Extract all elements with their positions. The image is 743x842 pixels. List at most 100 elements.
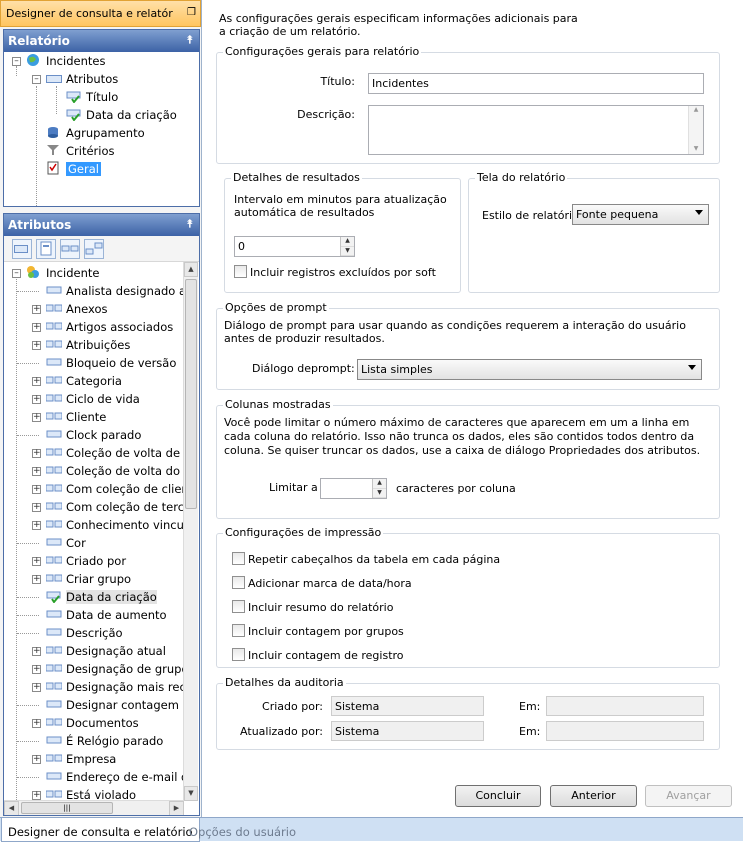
- attribute-list-item[interactable]: Bloqueio de versão: [46, 354, 176, 372]
- tree-item-agrupamento[interactable]: Agrupamento: [46, 124, 145, 142]
- attribute-list-item[interactable]: Conhecimento vincul: [45, 516, 187, 534]
- expand-icon[interactable]: +: [32, 467, 41, 476]
- limit-input[interactable]: ▲ ▼: [320, 478, 387, 499]
- toolbar-link-button[interactable]: [60, 239, 80, 259]
- expand-icon[interactable]: +: [32, 395, 41, 404]
- attribute-list-item[interactable]: Com coleção de terce: [45, 498, 191, 516]
- print-settings-group: Configurações de impressão Repetir cabeç…: [216, 526, 720, 668]
- attribute-list-item[interactable]: Endereço de e-mail d: [46, 768, 188, 786]
- expand-icon[interactable]: +: [32, 449, 41, 458]
- expand-icon[interactable]: +: [32, 305, 41, 314]
- attribute-list-item[interactable]: Designação mais rece: [45, 678, 193, 696]
- tab-user-options[interactable]: Opções do usuário: [183, 818, 302, 842]
- vertical-scrollbar[interactable]: ▲ ▼: [183, 262, 198, 801]
- report-style-select[interactable]: Fonte pequena: [572, 204, 709, 225]
- attribute-list-item[interactable]: Cor: [46, 534, 86, 552]
- attribute-check-icon: [46, 589, 62, 604]
- attribute-list-item[interactable]: Categoria: [45, 372, 122, 390]
- scroll-down-icon[interactable]: ▼: [184, 786, 198, 801]
- expand-icon[interactable]: +: [32, 557, 41, 566]
- attribute-list-item[interactable]: Anexos: [45, 300, 108, 318]
- description-input[interactable]: ▲ ▼: [368, 105, 704, 155]
- tree-item-titulo[interactable]: Título: [66, 88, 118, 106]
- attribute-list-item[interactable]: Analista designado at: [46, 282, 191, 300]
- tree-item-geral[interactable]: Geral: [46, 160, 101, 178]
- attribute-list-item[interactable]: Criado por: [45, 552, 126, 570]
- attribute-check-icon: [66, 89, 82, 104]
- horizontal-scrollbar[interactable]: ◀ ||| ▶: [4, 800, 184, 815]
- attribute-list-item[interactable]: Com coleção de clien: [45, 480, 189, 498]
- attribute-icon: [46, 535, 62, 547]
- group-count-checkbox[interactable]: [232, 624, 245, 637]
- attribute-check-icon: [66, 107, 82, 122]
- scroll-up-icon[interactable]: ▲: [184, 262, 198, 277]
- include-deleted-checkbox[interactable]: [234, 265, 247, 278]
- interval-spinner[interactable]: ▲ ▼: [340, 237, 354, 256]
- expand-icon[interactable]: +: [32, 323, 41, 332]
- tree-item-incidente[interactable]: Incidente: [26, 264, 99, 282]
- finish-button[interactable]: Concluir: [455, 785, 541, 807]
- scroll-thumb[interactable]: [185, 279, 197, 509]
- attribute-list-item[interactable]: Data da criação: [46, 588, 157, 606]
- tree-item-criterios[interactable]: Critérios: [46, 142, 115, 160]
- document-tab[interactable]: Designer de consulta e relatór ❒: [0, 0, 201, 27]
- pin-icon[interactable]: ❒: [187, 7, 196, 18]
- attribute-list-item[interactable]: Cliente: [45, 408, 106, 426]
- repeat-headers-checkbox[interactable]: [232, 552, 245, 565]
- attribute-list-item[interactable]: Ciclo de vida: [45, 390, 140, 408]
- attribute-list-item[interactable]: Data de aumento: [46, 606, 167, 624]
- attribute-list-item[interactable]: Designação atual: [45, 642, 166, 660]
- record-count-checkbox[interactable]: [232, 648, 245, 661]
- attribute-list-item[interactable]: Descrição: [46, 624, 123, 642]
- toolbar-doc-button[interactable]: [36, 239, 56, 259]
- attribute-list-item[interactable]: Artigos associados: [45, 318, 173, 336]
- timestamp-checkbox[interactable]: [232, 576, 245, 589]
- scroll-left-icon[interactable]: ◀: [4, 801, 19, 815]
- expand-icon[interactable]: +: [32, 503, 41, 512]
- expand-icon[interactable]: +: [32, 683, 41, 692]
- toolbar-tree-button[interactable]: [84, 239, 104, 259]
- expand-icon[interactable]: +: [32, 647, 41, 656]
- link-attribute-icon: [45, 445, 63, 457]
- scroll-right-icon[interactable]: ▶: [169, 801, 184, 815]
- expand-icon[interactable]: +: [32, 575, 41, 584]
- expand-icon[interactable]: +: [32, 521, 41, 530]
- attribute-list-item[interactable]: Criar grupo: [45, 570, 131, 588]
- expand-icon[interactable]: +: [32, 791, 41, 800]
- description-scrollbar[interactable]: ▲ ▼: [688, 106, 703, 154]
- collapse-icon[interactable]: ⯭: [186, 217, 193, 231]
- expand-icon[interactable]: +: [32, 719, 41, 728]
- title-input[interactable]: Incidentes: [368, 73, 704, 94]
- expand-icon[interactable]: +: [32, 413, 41, 422]
- attribute-list-item[interactable]: É Relógio parado: [46, 732, 163, 750]
- attribute-list-item[interactable]: Coleção de volta de te: [45, 444, 195, 462]
- back-button[interactable]: Anterior: [550, 785, 637, 807]
- tree-item-data-da-criacao[interactable]: Data da criação: [66, 106, 177, 124]
- interval-input[interactable]: 0 ▲ ▼: [234, 236, 355, 257]
- attribute-list-item[interactable]: Documentos: [45, 714, 139, 732]
- attribute-list-item[interactable]: Coleção de volta do c: [45, 462, 190, 480]
- expand-icon[interactable]: +: [32, 485, 41, 494]
- tree-item-atributos[interactable]: Atributos: [46, 70, 118, 88]
- expand-icon[interactable]: +: [32, 755, 41, 764]
- collapse-icon[interactable]: ⯭: [186, 33, 193, 47]
- attribute-list-item[interactable]: Designar contagem: [46, 696, 179, 714]
- tree-item-incidentes[interactable]: Incidentes: [26, 52, 105, 70]
- attribute-icon: [46, 75, 62, 83]
- tab-designer[interactable]: Designer de consulta e relatório: [1, 818, 200, 842]
- expand-icon[interactable]: +: [32, 665, 41, 674]
- attribute-list-item[interactable]: Atribuições: [45, 336, 130, 354]
- hscroll-thumb[interactable]: |||: [21, 802, 113, 814]
- toolbar-attr-button[interactable]: [12, 239, 32, 259]
- prompt-dialog-select[interactable]: Lista simples: [357, 359, 702, 380]
- prompt-options-group: Opções de prompt Diálogo de prompt para …: [216, 301, 720, 390]
- limit-spinner[interactable]: ▲ ▼: [372, 479, 386, 498]
- atributos-tree: – Incidente Analista designado at + Anexos…: [4, 262, 199, 815]
- expand-icon[interactable]: +: [32, 341, 41, 350]
- attribute-list-item[interactable]: Empresa: [45, 750, 116, 768]
- attribute-list-item[interactable]: Clock parado: [46, 426, 141, 444]
- attribute-list-item[interactable]: Designação de grupo: [45, 660, 189, 678]
- expand-icon[interactable]: +: [32, 377, 41, 386]
- next-button[interactable]: Avançar: [645, 785, 732, 807]
- include-summary-checkbox[interactable]: [232, 600, 245, 613]
